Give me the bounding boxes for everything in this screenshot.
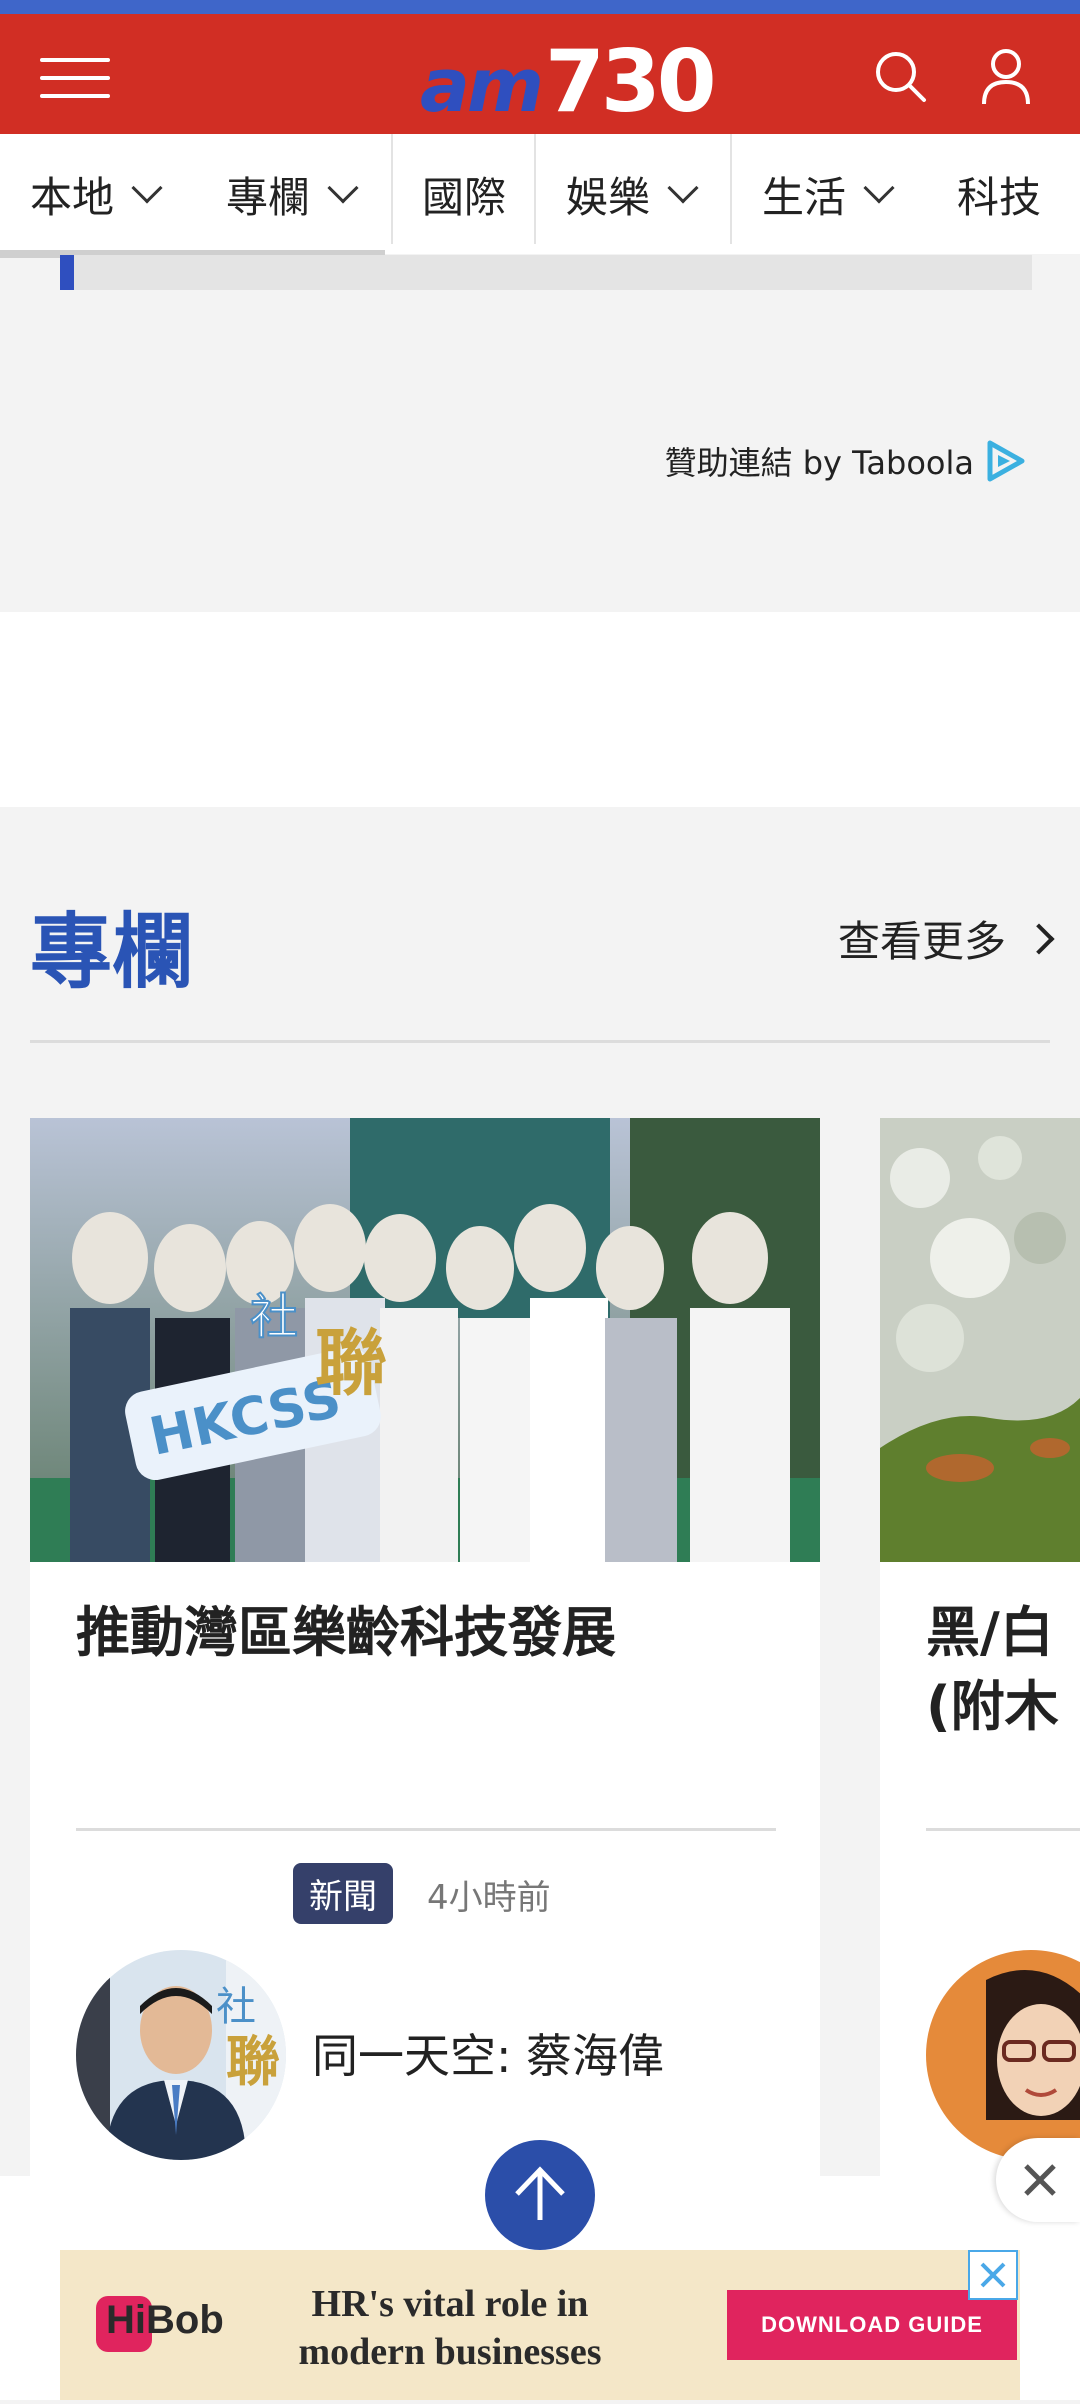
brand-name: HiBob xyxy=(106,2298,224,2342)
nav-item-entertainment[interactable]: 娛樂 xyxy=(566,134,699,254)
article-image: HKCSS 社 聯 xyxy=(30,1118,820,1562)
author-avatar[interactable]: 社 聯 xyxy=(76,1950,286,2160)
sponsor-text: 贊助連結 by Taboola xyxy=(664,444,974,482)
taboola-sponsor-link[interactable]: 贊助連結 by Taboola xyxy=(665,438,1028,484)
site-logo[interactable]: am 730 xyxy=(420,32,717,132)
author-avatar[interactable] xyxy=(926,1950,1080,2160)
chevron-down-icon xyxy=(863,172,895,204)
hibob-logo: HiBob xyxy=(106,2298,224,2343)
nav-item-lifestyle[interactable]: 生活 xyxy=(762,134,895,254)
article-title-line[interactable]: (附木 xyxy=(926,1670,1059,1744)
card-divider xyxy=(76,1828,776,1831)
nav-item-international[interactable]: 國際 xyxy=(422,134,506,254)
article-card[interactable]: HKCSS 社 聯 推動灣區樂齡科技發展 新聞 4小時前 社 聯 同一天空: 蔡… xyxy=(30,1118,820,2200)
nav-item-local[interactable]: 本地 xyxy=(30,134,163,254)
nav-item-label: 國際 xyxy=(422,172,507,222)
view-more-link[interactable]: 查看更多 xyxy=(837,908,1055,969)
nav-item-column[interactable]: 專欄 xyxy=(226,134,359,254)
section-title: 專欄 xyxy=(30,905,195,1000)
nav-item-label: 科技 xyxy=(957,172,1042,222)
nav-divider xyxy=(730,134,732,244)
blank-ad-band xyxy=(0,612,1080,807)
author-name[interactable]: 同一天空: 蔡海偉 xyxy=(312,2020,664,2086)
logo-prefix: am xyxy=(420,43,544,129)
nav-item-label: 娛樂 xyxy=(566,172,651,222)
nav-item-label: 生活 xyxy=(762,172,847,222)
nav-divider xyxy=(391,134,393,244)
view-more-label: 查看更多 xyxy=(837,917,1006,966)
nav-divider xyxy=(534,134,536,244)
article-time: 4小時前 xyxy=(427,1878,551,1918)
chevron-down-icon xyxy=(327,172,359,204)
taboola-icon xyxy=(987,440,1025,482)
svg-text:聯: 聯 xyxy=(315,1321,387,1405)
slot-marker xyxy=(60,255,74,290)
hibob-ad[interactable]: HiBob HR's vital role in modern business… xyxy=(60,2250,1020,2400)
article-title-line[interactable]: 黑/白 xyxy=(926,1596,1054,1670)
user-icon[interactable] xyxy=(974,44,1038,108)
nav-item-tech[interactable]: 科技 xyxy=(957,134,1041,254)
ad-close-icon[interactable] xyxy=(968,2250,1018,2300)
article-card[interactable]: 黑/白 (附木 xyxy=(880,1118,1080,2200)
card-divider xyxy=(926,1828,1080,1831)
site-header: am 730 xyxy=(0,14,1080,134)
search-icon[interactable] xyxy=(868,44,932,108)
chevron-down-icon xyxy=(131,172,163,204)
scroll-to-top-button[interactable] xyxy=(485,2140,595,2250)
logo-number: 730 xyxy=(545,32,717,132)
top-accent-stripe xyxy=(0,0,1080,14)
ad-headline: HR's vital role in modern businesses xyxy=(285,2280,615,2376)
svg-text:社: 社 xyxy=(250,1289,298,1345)
article-image xyxy=(880,1118,1080,1562)
chevron-right-icon xyxy=(1023,922,1055,955)
category-nav: 本地 專欄 國際 娛樂 生活 科技 xyxy=(0,134,1080,254)
menu-icon[interactable] xyxy=(40,52,110,102)
chevron-down-icon xyxy=(667,172,699,204)
article-title[interactable]: 推動灣區樂齡科技發展 xyxy=(76,1596,616,1670)
section-divider xyxy=(30,1040,1050,1043)
category-badge[interactable]: 新聞 xyxy=(293,1863,393,1924)
nav-item-label: 專欄 xyxy=(226,172,311,222)
svg-text:社: 社 xyxy=(216,1984,256,2030)
svg-text:聯: 聯 xyxy=(226,2030,280,2093)
ad-headline-line: modern businesses xyxy=(298,2331,602,2373)
ad-headline-line: HR's vital role in xyxy=(311,2283,589,2325)
nav-item-label: 本地 xyxy=(30,172,115,222)
close-floating-icon[interactable] xyxy=(996,2138,1080,2222)
sponsored-slot-bar xyxy=(60,255,1032,290)
